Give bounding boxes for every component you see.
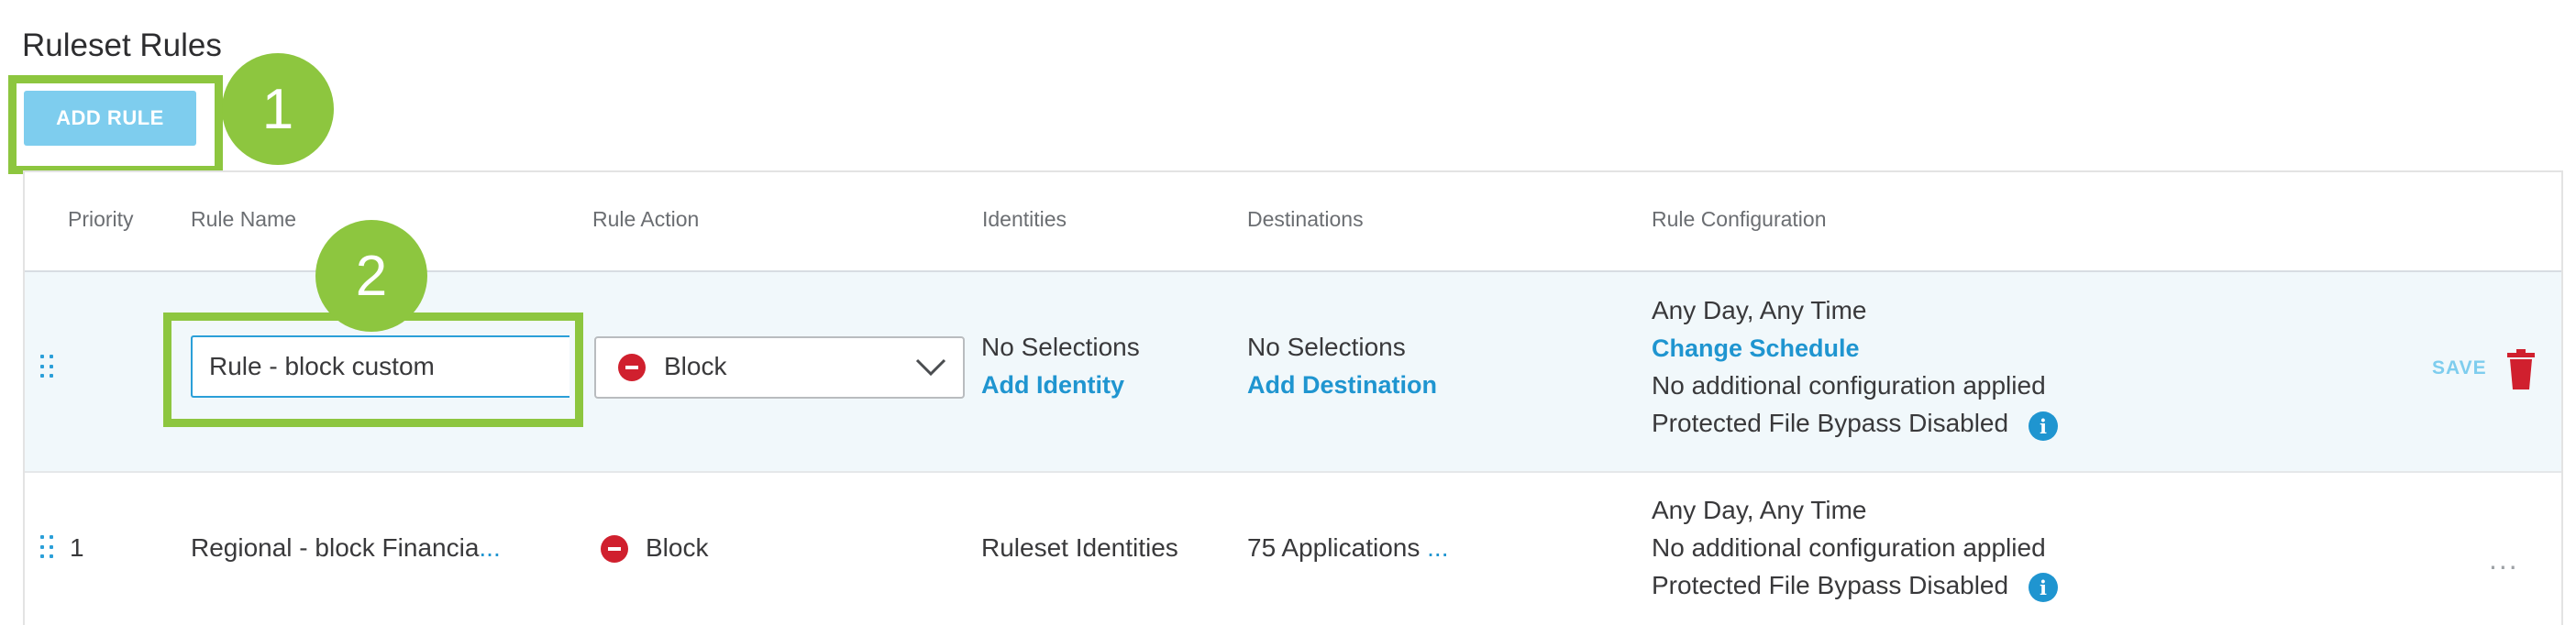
destinations-value: No Selections <box>1247 333 1406 361</box>
config-additional: No additional configuration applied <box>1652 371 2046 400</box>
config-schedule: Any Day, Any Time <box>1652 296 1867 324</box>
identities-value: No Selections <box>981 333 1140 361</box>
row-config-schedule: Any Day, Any Time <box>1652 496 1867 524</box>
column-header-rule-configuration[interactable]: Rule Configuration <box>1652 207 1827 232</box>
add-identity-link[interactable]: Add Identity <box>981 371 1124 400</box>
chevron-down-icon <box>915 358 946 377</box>
add-destination-link[interactable]: Add Destination <box>1247 371 1437 400</box>
row-identities: Ruleset Identities <box>981 533 1178 562</box>
page-title: Ruleset Rules <box>22 27 222 63</box>
change-schedule-link[interactable]: Change Schedule <box>1652 334 1860 363</box>
row-priority: 1 <box>70 533 84 562</box>
rule-action-select[interactable]: Block <box>594 336 965 399</box>
drag-handle-icon[interactable] <box>40 535 55 561</box>
row-destinations-text: 75 Applications <box>1247 533 1421 562</box>
row-destinations-more[interactable]: ... <box>1427 533 1448 562</box>
trash-icon[interactable] <box>2507 349 2535 389</box>
column-header-rule-action[interactable]: Rule Action <box>592 207 699 232</box>
row-rule-name-text: Regional - block Financia <box>191 533 480 562</box>
info-icon[interactable]: i <box>2029 573 2058 602</box>
row-config-additional: No additional configuration applied <box>1652 533 2046 562</box>
drag-handle-icon[interactable] <box>40 355 55 380</box>
row-rule-name[interactable]: Regional - block Financia... <box>191 533 501 563</box>
row-rule-name-more[interactable]: ... <box>479 533 500 562</box>
row-action: Block <box>646 533 709 562</box>
info-icon[interactable]: i <box>2029 411 2058 441</box>
row-destinations[interactable]: 75 Applications ... <box>1247 533 1448 563</box>
block-icon <box>601 535 628 563</box>
row-config-bypass: Protected File Bypass Disabled <box>1652 571 2009 599</box>
block-icon <box>618 354 646 381</box>
rule-action-value: Block <box>664 352 727 380</box>
callout-1: 1 <box>222 53 334 165</box>
highlight-box-add-rule <box>8 75 223 174</box>
column-header-priority[interactable]: Priority <box>68 207 134 232</box>
column-header-destinations[interactable]: Destinations <box>1247 207 1364 232</box>
config-bypass: Protected File Bypass Disabled <box>1652 409 2009 437</box>
row-more-menu-icon[interactable]: ... <box>2489 543 2519 576</box>
column-header-identities[interactable]: Identities <box>982 207 1067 232</box>
save-button[interactable]: SAVE <box>2432 357 2487 379</box>
callout-2: 2 <box>315 220 427 332</box>
column-header-rule-name[interactable]: Rule Name <box>191 207 296 232</box>
